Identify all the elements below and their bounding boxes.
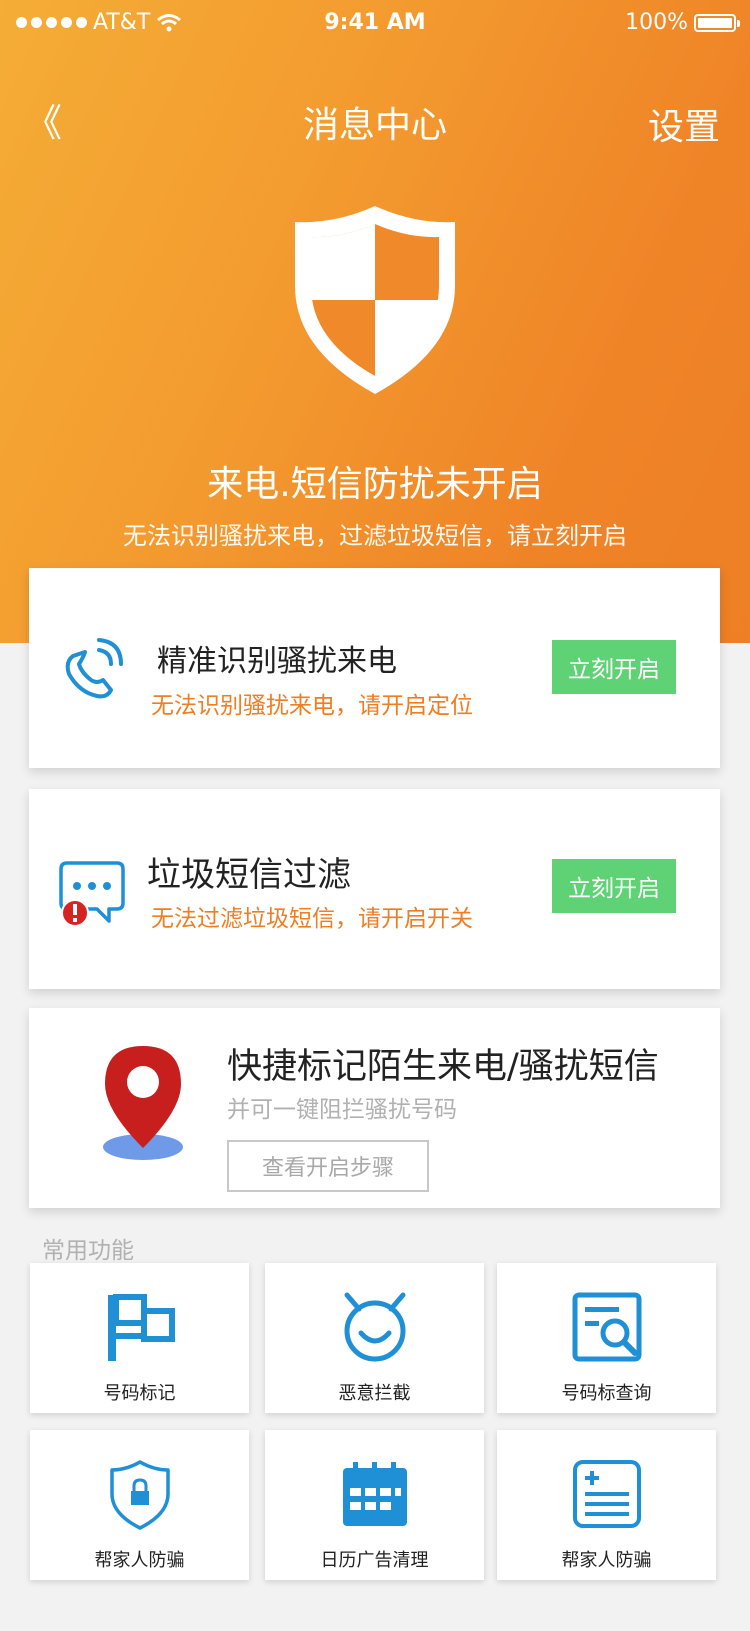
card-title: 垃圾短信过滤	[147, 855, 351, 895]
tile-number-query[interactable]: 号码标查询	[497, 1263, 716, 1413]
settings-button[interactable]: 设置	[648, 98, 720, 150]
protection-status-title: 来电.短信防扰未开启	[207, 464, 543, 505]
tile-label: 号码标记	[103, 1383, 176, 1404]
card-subtitle: 并可一键阻拦骚扰号码	[227, 1097, 457, 1123]
view-setup-steps-button[interactable]: 查看开启步骤	[227, 1140, 429, 1192]
tile-family-protection-2[interactable]: 帮家人防骗	[497, 1430, 716, 1580]
flag-icon	[107, 1294, 175, 1361]
tile-family-protection[interactable]: 帮家人防骗	[30, 1430, 249, 1580]
status-bar: AT&T 9:41 AM 100%	[0, 8, 750, 38]
card-warning: 无法识别骚扰来电，请开启定位	[151, 693, 473, 719]
quick-mark-card: 快捷标记陌生来电/骚扰短信 并可一键阻拦骚扰号码 查看开启步骤	[29, 1008, 720, 1208]
spam-sms-filter-card: 垃圾短信过滤 无法过滤垃圾短信，请开启开关 立刻开启	[29, 789, 720, 989]
tile-label: 恶意拦截	[338, 1383, 411, 1404]
call-identification-card: 精准识别骚扰来电 无法识别骚扰来电，请开启定位 立刻开启	[29, 568, 720, 768]
card-warning: 无法过滤垃圾短信，请开启开关	[151, 906, 473, 932]
shield-lock-icon	[109, 1460, 170, 1530]
card-title: 快捷标记陌生来电/骚扰短信	[227, 1047, 659, 1087]
tile-number-mark[interactable]: 号码标记	[30, 1263, 249, 1413]
shield-icon	[295, 206, 455, 394]
battery-icon	[694, 13, 740, 32]
devil-face-icon	[344, 1292, 405, 1362]
sms-warning-icon	[59, 861, 125, 927]
phone-ringing-icon	[65, 638, 123, 699]
section-label: 常用功能	[42, 1238, 134, 1264]
battery-percent: 100%	[625, 10, 688, 35]
tile-malicious-block[interactable]: 恶意拦截	[265, 1263, 484, 1413]
hero-banner: AT&T 9:41 AM 100% 《 消息中心 设置 来电.短信防扰未开启 无…	[0, 0, 750, 643]
card-title: 精准识别骚扰来电	[157, 644, 397, 679]
search-document-icon	[572, 1292, 641, 1362]
location-pin-icon	[103, 1046, 183, 1160]
tile-label: 日历广告清理	[320, 1550, 429, 1571]
tile-label: 号码标查询	[561, 1383, 652, 1404]
tile-label: 帮家人防骗	[561, 1550, 652, 1571]
enable-call-identification-button[interactable]: 立刻开启	[552, 640, 676, 694]
protection-status-subtitle: 无法识别骚扰来电，过滤垃圾短信，请立刻开启	[123, 522, 627, 550]
tile-label: 帮家人防骗	[94, 1550, 185, 1571]
tile-calendar-ad-clean[interactable]: 日历广告清理	[265, 1430, 484, 1580]
enable-sms-filter-button[interactable]: 立刻开启	[552, 859, 676, 913]
add-list-icon	[572, 1460, 641, 1528]
calendar-icon	[342, 1462, 407, 1526]
page-title: 消息中心	[302, 105, 447, 146]
